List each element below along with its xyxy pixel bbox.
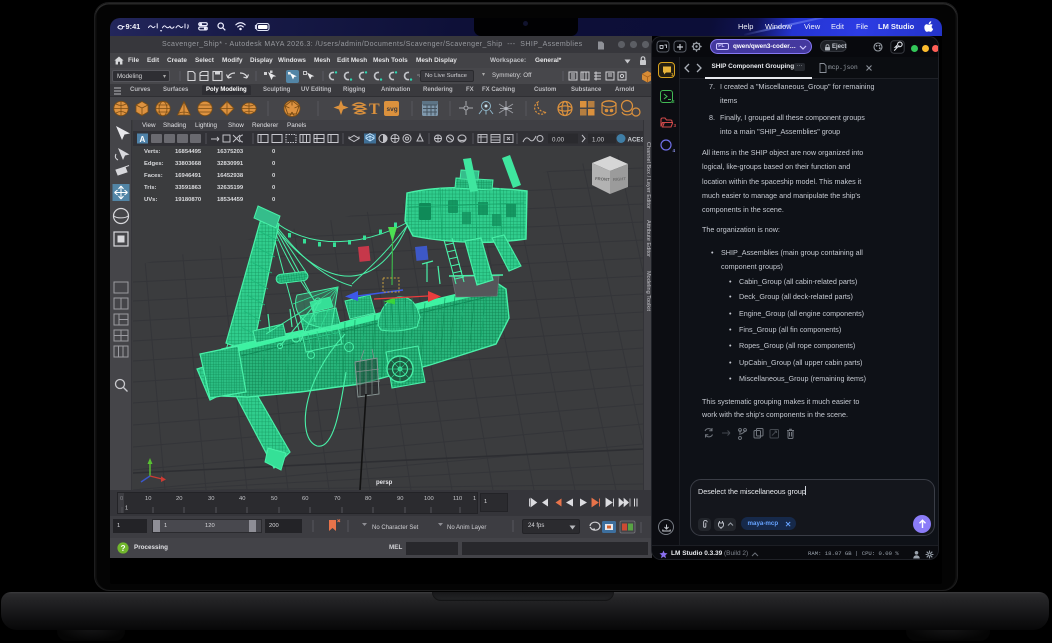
svg-text:16375203: 16375203 bbox=[217, 149, 244, 155]
svg-text:110: 110 bbox=[453, 496, 462, 502]
svg-text:?: ? bbox=[121, 544, 126, 553]
svg-text:30: 30 bbox=[208, 496, 214, 502]
svg-text:0: 0 bbox=[272, 197, 276, 203]
svg-text:16854495: 16854495 bbox=[175, 149, 202, 155]
svg-text:32830991: 32830991 bbox=[217, 161, 244, 167]
svg-text:90: 90 bbox=[397, 496, 403, 502]
svg-text:No Anim Layer: No Anim Layer bbox=[447, 525, 486, 531]
svg-text:0.00: 0.00 bbox=[552, 136, 565, 143]
svg-text:persp: persp bbox=[376, 480, 393, 486]
svg-text:19180870: 19180870 bbox=[175, 197, 202, 203]
svg-text:0: 0 bbox=[272, 161, 276, 167]
svg-text:16946491: 16946491 bbox=[175, 173, 202, 179]
svg-text:svg: svg bbox=[387, 106, 398, 113]
svg-text:No Character Set: No Character Set bbox=[372, 525, 419, 531]
svg-text:18534459: 18534459 bbox=[217, 197, 244, 203]
svg-text:Tris:: Tris: bbox=[144, 185, 156, 191]
svg-text:33803668: 33803668 bbox=[175, 161, 202, 167]
svg-text:T: T bbox=[369, 101, 380, 118]
svg-text:50: 50 bbox=[271, 496, 277, 502]
svg-text:40: 40 bbox=[239, 496, 245, 502]
svg-text:UVs:: UVs: bbox=[144, 197, 157, 203]
svg-text:16452938: 16452938 bbox=[217, 173, 244, 179]
svg-text:Verts:: Verts: bbox=[144, 149, 160, 155]
svg-text:ACES: ACES bbox=[628, 136, 644, 143]
svg-text:FRONT: FRONT bbox=[595, 176, 610, 182]
svg-text:Edges:: Edges: bbox=[144, 161, 164, 167]
svg-text:RIGHT: RIGHT bbox=[613, 176, 627, 182]
svg-text:100: 100 bbox=[424, 496, 434, 502]
svg-text:20: 20 bbox=[176, 496, 182, 502]
svg-text:0: 0 bbox=[272, 149, 276, 155]
svg-text:80: 80 bbox=[365, 496, 371, 502]
svg-text:70: 70 bbox=[334, 496, 340, 502]
svg-text:1: 1 bbox=[473, 496, 476, 502]
svg-text:0: 0 bbox=[272, 185, 276, 191]
svg-text:60: 60 bbox=[302, 496, 308, 502]
svg-text:10: 10 bbox=[145, 496, 151, 502]
svg-text:1: 1 bbox=[125, 506, 128, 512]
svg-text:Faces:: Faces: bbox=[144, 173, 163, 179]
svg-text:0: 0 bbox=[272, 173, 276, 179]
svg-text:1.00: 1.00 bbox=[592, 136, 605, 143]
svg-text:A: A bbox=[140, 135, 146, 144]
svg-text:32635199: 32635199 bbox=[217, 185, 244, 191]
svg-text:33591863: 33591863 bbox=[175, 185, 202, 191]
